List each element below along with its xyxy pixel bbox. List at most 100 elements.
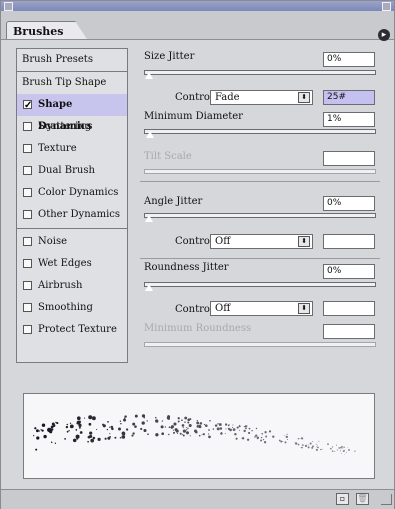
stroke-dot: [125, 428, 129, 431]
tilt-scale-field: [323, 151, 375, 166]
checkbox-dual-brush[interactable]: [23, 166, 32, 175]
roundness-jitter-slider[interactable]: [144, 282, 376, 287]
tilt-scale-slider: [144, 169, 376, 174]
stroke-dot: [201, 434, 203, 436]
sidebar-item-smoothing[interactable]: Smoothing: [17, 297, 127, 319]
chevron-updown-icon: ⬍: [298, 303, 310, 314]
stroke-dot: [140, 427, 143, 431]
stroke-dot: [177, 417, 180, 420]
checkbox-smoothing[interactable]: [23, 303, 32, 312]
stroke-dot: [284, 441, 287, 444]
stroke-dot: [188, 423, 192, 428]
roundness-jitter-slider-thumb[interactable]: [144, 283, 154, 292]
trash-icon[interactable]: 🗑: [356, 493, 369, 505]
checkbox-wet-edges[interactable]: [23, 259, 32, 268]
stroke-dot: [217, 423, 219, 425]
stroke-dot: [243, 429, 246, 433]
stroke-dot: [212, 428, 215, 430]
sidebar-item-shape-dynamics[interactable]: Shape Dynamics: [17, 94, 127, 132]
sidebar-item-brush-tip-shape[interactable]: Brush Tip Shape: [17, 72, 127, 94]
sidebar-item-label: Airbrush: [38, 280, 83, 291]
chevron-updown-icon: ⬍: [298, 92, 310, 103]
sidebar-item-label: Dual Brush: [38, 165, 95, 176]
stroke-dot: [181, 434, 183, 436]
stroke-dot: [347, 447, 349, 448]
sidebar-item-dual-brush[interactable]: Dual Brush: [17, 160, 127, 182]
sidebar-item-protect-texture[interactable]: Protect Texture: [17, 319, 127, 341]
angle-jitter-slider-thumb[interactable]: [144, 214, 154, 223]
menu-arrow-icon[interactable]: ▸: [378, 29, 390, 41]
close-box-icon[interactable]: [4, 2, 13, 11]
stroke-dot: [167, 415, 171, 419]
collapse-box-icon[interactable]: [382, 2, 391, 11]
stroke-dot: [234, 432, 237, 436]
stroke-dot: [76, 416, 81, 421]
min-diameter-slider[interactable]: [144, 129, 376, 134]
stroke-dot: [109, 426, 111, 428]
stroke-dot: [286, 433, 288, 435]
stroke-dot: [354, 450, 356, 452]
stroke-dot: [260, 439, 263, 442]
sidebar-item-wet-edges[interactable]: Wet Edges: [17, 253, 127, 275]
stroke-dot: [340, 445, 343, 448]
angle-control-extra-field[interactable]: [323, 234, 375, 249]
angle-control-select[interactable]: Off ⬍: [210, 234, 313, 249]
stroke-dot: [66, 423, 69, 426]
roundness-jitter-field[interactable]: 0%: [323, 264, 375, 279]
resize-grip-icon[interactable]: [381, 494, 392, 505]
sidebar-item-other-dynamics[interactable]: Other Dynamics: [17, 204, 127, 226]
stroke-dot: [78, 426, 81, 429]
new-brush-icon[interactable]: ▫: [336, 493, 349, 505]
checkbox-protect-texture[interactable]: [23, 325, 32, 334]
sidebar-item-color-dynamics[interactable]: Color Dynamics: [17, 182, 127, 204]
sidebar-item-scattering[interactable]: Scattering: [17, 116, 127, 138]
stroke-dot: [143, 428, 147, 433]
stroke-dot: [87, 440, 89, 443]
stroke-dot: [295, 442, 298, 445]
stroke-dot: [187, 421, 190, 424]
palette-title-bar[interactable]: [1, 1, 394, 11]
stroke-dot: [263, 441, 267, 444]
stroke-dot: [155, 419, 159, 423]
roundness-control-select[interactable]: Off ⬍: [210, 301, 313, 316]
checkbox-scattering[interactable]: [23, 122, 32, 131]
checkbox-shape-dynamics[interactable]: [23, 95, 32, 117]
divider: [17, 228, 127, 229]
stroke-dot: [245, 427, 247, 430]
stroke-dot: [209, 419, 211, 422]
size-control-select[interactable]: Fade ⬍: [210, 90, 313, 105]
divider: [140, 181, 380, 182]
stroke-dot: [297, 443, 300, 446]
stroke-dot: [239, 429, 240, 431]
stroke-dot: [131, 434, 134, 437]
checkbox-other-dynamics[interactable]: [23, 210, 32, 219]
size-jitter-slider-thumb[interactable]: [144, 71, 154, 80]
stroke-dot: [344, 454, 346, 455]
tab-brushes[interactable]: Brushes: [6, 21, 87, 39]
checkbox-texture[interactable]: [23, 144, 32, 153]
fade-steps-field[interactable]: 25#: [323, 90, 375, 105]
min-diameter-field[interactable]: 1%: [323, 112, 375, 127]
sidebar-item-airbrush[interactable]: Airbrush: [17, 275, 127, 297]
sidebar-item-noise[interactable]: Noise: [17, 231, 127, 253]
min-diameter-slider-thumb[interactable]: [145, 130, 155, 139]
sidebar-item-texture[interactable]: Texture: [17, 138, 127, 160]
sidebar-item-label: Brush Presets: [22, 54, 93, 65]
stroke-dot: [335, 444, 338, 446]
stroke-dot: [316, 446, 318, 448]
checkbox-noise[interactable]: [23, 237, 32, 246]
stroke-dot: [177, 420, 180, 423]
checkbox-color-dynamics[interactable]: [23, 188, 32, 197]
angle-jitter-field[interactable]: 0%: [323, 196, 375, 211]
angle-jitter-slider[interactable]: [144, 213, 376, 218]
stroke-dot: [336, 449, 338, 451]
stroke-dot: [170, 425, 174, 429]
size-jitter-field[interactable]: 0%: [323, 52, 375, 67]
stroke-dot: [321, 448, 323, 450]
stroke-dot: [134, 425, 137, 428]
sidebar-item-label: Noise: [38, 236, 68, 247]
checkbox-airbrush[interactable]: [23, 281, 32, 290]
size-jitter-slider[interactable]: [144, 70, 376, 75]
sidebar-item-brush-presets[interactable]: Brush Presets: [17, 49, 127, 71]
roundness-control-extra-field[interactable]: [323, 301, 375, 316]
